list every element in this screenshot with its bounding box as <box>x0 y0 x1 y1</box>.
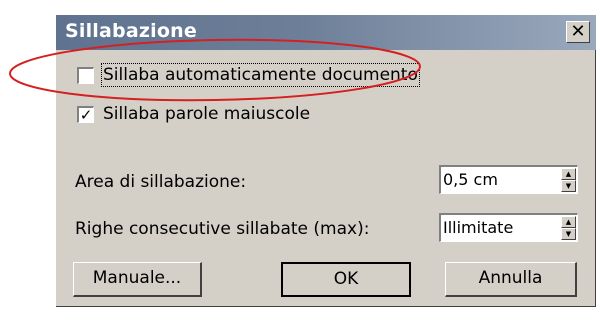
consecutive-hyphens-spinner[interactable]: Illimitate ▲ ▼ <box>439 213 578 242</box>
spinner-arrows: ▲ ▼ <box>561 216 576 240</box>
auto-hyphenate-label[interactable]: Sillaba automaticamente documento <box>101 63 420 87</box>
consecutive-hyphens-label: Righe consecutive sillabate (max): <box>75 219 370 239</box>
hyphenation-dialog: Sillabazione ✕ Sillaba automaticamente d… <box>56 15 596 307</box>
manual-button[interactable]: Manuale... <box>73 262 202 297</box>
spin-down-icon[interactable]: ▼ <box>561 180 576 192</box>
cancel-button[interactable]: Annulla <box>445 262 577 297</box>
spinner-arrows: ▲ ▼ <box>561 168 576 192</box>
close-button[interactable]: ✕ <box>566 21 590 43</box>
auto-hyphenate-checkbox[interactable] <box>77 67 94 84</box>
spin-up-icon[interactable]: ▲ <box>561 168 576 180</box>
checkmark-icon: ✓ <box>79 106 93 124</box>
title-bar[interactable]: Sillabazione ✕ <box>56 15 596 50</box>
ok-button[interactable]: OK <box>281 262 411 297</box>
dialog-title: Sillabazione <box>65 20 197 42</box>
close-icon: ✕ <box>570 21 586 42</box>
hyphenation-zone-value[interactable]: 0,5 cm <box>443 170 498 189</box>
hyphenate-caps-checkbox[interactable]: ✓ <box>77 106 94 123</box>
hyphenation-zone-spinner[interactable]: 0,5 cm ▲ ▼ <box>439 165 578 194</box>
hyphenate-caps-label[interactable]: Sillaba parole maiuscole <box>103 104 310 124</box>
consecutive-hyphens-value[interactable]: Illimitate <box>443 218 513 237</box>
spin-down-icon[interactable]: ▼ <box>561 228 576 240</box>
hyphenation-zone-label: Area di sillabazione: <box>75 172 247 192</box>
spin-up-icon[interactable]: ▲ <box>561 216 576 228</box>
